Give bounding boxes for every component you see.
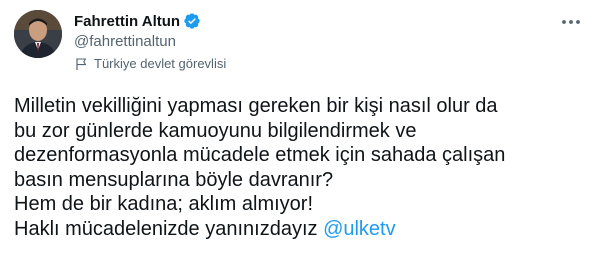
tweet-text-line: basın mensuplarına böyle davranır? — [14, 168, 334, 191]
tweet-text: Milletin vekilliğini yapması gereken bir… — [14, 94, 586, 241]
avatar[interactable] — [14, 10, 62, 58]
tweet-card: Fahrettin Altun @fahrettinaltun Türkiye — [0, 0, 600, 261]
tweet-text-line: dezenformasyonla mücadele etmek için sah… — [14, 144, 506, 166]
more-options-icon[interactable] — [560, 14, 582, 24]
display-name[interactable]: Fahrettin Altun — [74, 13, 180, 30]
flag-icon — [74, 57, 88, 71]
verified-badge-icon — [183, 12, 201, 30]
tweet-text-segment: Haklı mücadelenizde yanınızdayız — [14, 217, 324, 240]
tweet-text-last-line: Haklı mücadelenizde yanınızdayız @ulketv — [14, 217, 586, 242]
name-row: Fahrettin Altun — [74, 11, 226, 31]
tweet-text-line: Milletin vekilliğini yapması gereken bir… — [14, 95, 498, 117]
mention-link[interactable]: @ulketv — [323, 218, 396, 240]
tweet-text-line: Hem de bir kadına; aklım almıyor! — [14, 193, 313, 215]
author-handle[interactable]: @fahrettinaltun — [74, 33, 226, 50]
avatar-portrait — [14, 10, 62, 58]
government-label-text: Türkiye devlet görevlisi — [94, 56, 227, 71]
government-label: Türkiye devlet görevlisi — [74, 56, 226, 71]
tweet-text-line: bu zor günlerde kamuoyunu bilgilendirmek… — [14, 119, 417, 142]
author-info: Fahrettin Altun @fahrettinaltun Türkiye — [74, 11, 226, 72]
tweet-header: Fahrettin Altun @fahrettinaltun Türkiye — [14, 10, 586, 74]
